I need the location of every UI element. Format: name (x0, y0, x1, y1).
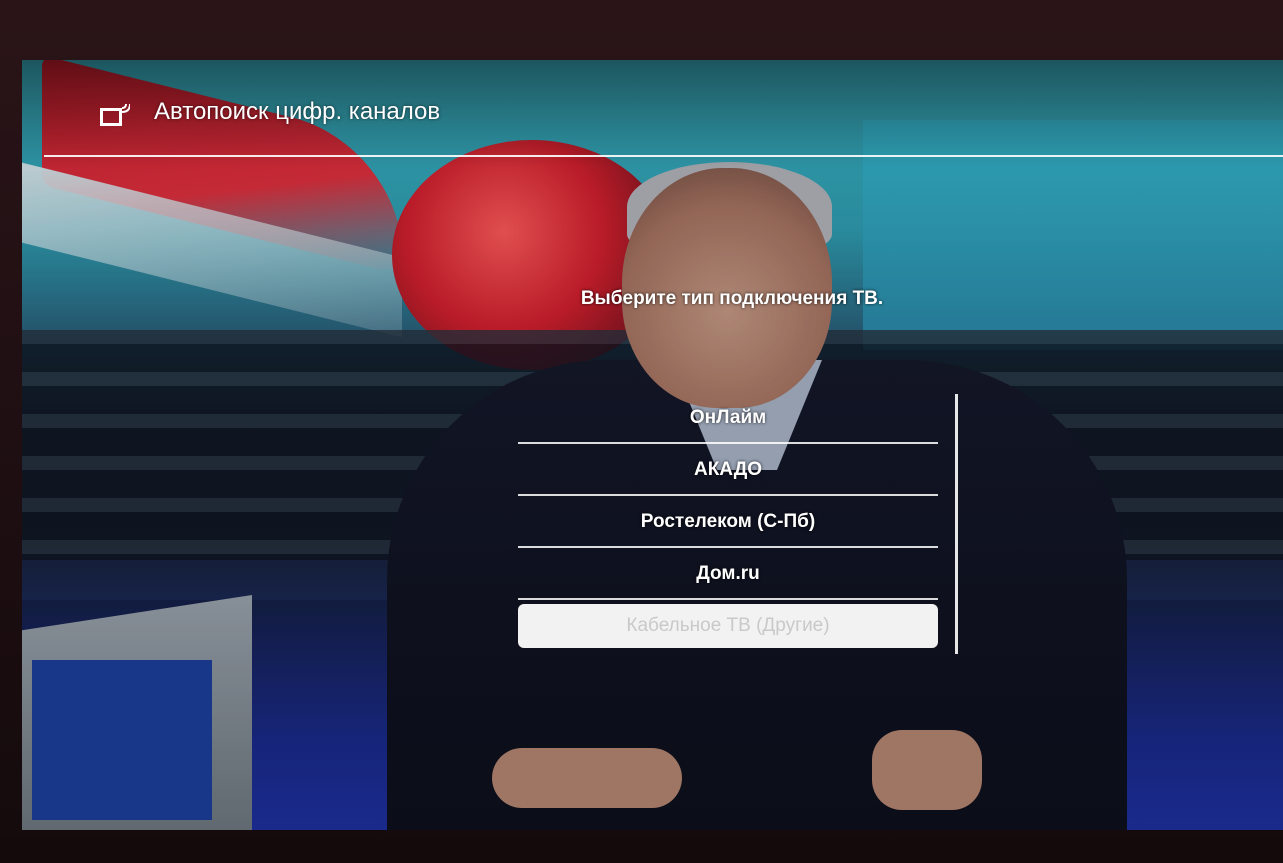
option-akado[interactable]: АКАДО (518, 444, 938, 496)
tv-antenna-icon (100, 102, 131, 128)
option-rostelecom-spb[interactable]: Ростелеком (С-Пб) (518, 496, 938, 548)
option-label: Кабельное ТВ (Другие) (626, 615, 830, 636)
list-scrollbar[interactable] (955, 394, 958, 654)
connection-type-list: ОнЛайм АКАДО Ростелеком (С-Пб) Дом.ru Ка… (518, 392, 938, 648)
page-title: Автопоиск цифр. каналов (154, 98, 441, 125)
option-label: Дом.ru (696, 563, 760, 584)
menu-divider (518, 598, 938, 600)
option-onlime[interactable]: ОнЛайм (518, 392, 938, 444)
option-label: АКАДО (693, 459, 763, 480)
option-cable-tv-other[interactable]: Кабельное ТВ (Другие) (518, 604, 938, 648)
option-label: ОнЛайм (689, 407, 767, 428)
header-divider (44, 155, 1283, 157)
option-dom-ru[interactable]: Дом.ru (518, 548, 938, 600)
photo-background: Автопоиск цифр. каналов Выберите тип под… (0, 0, 1283, 863)
connection-type-prompt: Выберите тип подключения ТВ. (580, 288, 884, 309)
tv-screen: Автопоиск цифр. каналов Выберите тип под… (22, 60, 1283, 830)
option-label: Ростелеком (С-Пб) (640, 511, 816, 532)
osd-header: Автопоиск цифр. каналов (22, 60, 1283, 168)
